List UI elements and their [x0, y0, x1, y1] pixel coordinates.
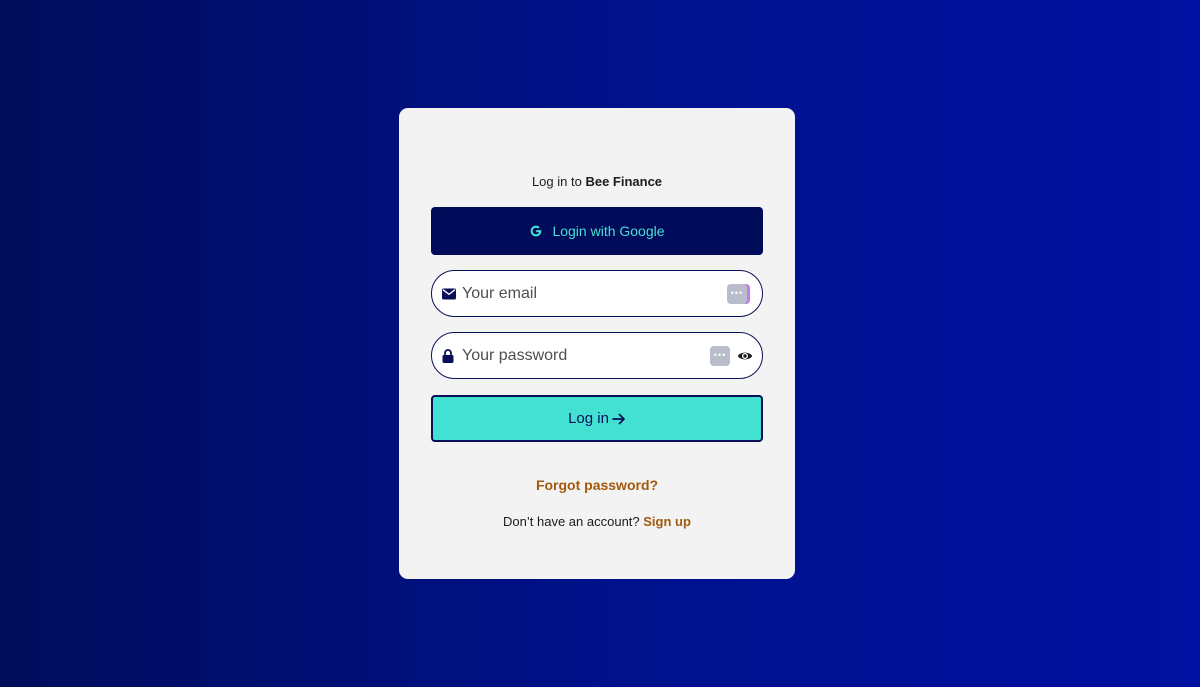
- signup-prompt-text: Don’t have an account?: [503, 514, 644, 529]
- lock-icon: [442, 348, 454, 363]
- login-card: Log in to Bee Finance Login with Google …: [399, 108, 795, 579]
- login-button-label: Log in: [568, 410, 609, 427]
- signup-link[interactable]: Sign up: [643, 514, 691, 529]
- heading-prefix: Log in to: [531, 174, 586, 189]
- google-g-icon: [531, 225, 542, 237]
- brand-name: Bee Finance: [585, 174, 663, 189]
- forgot-password-link[interactable]: Forgot password?: [399, 477, 795, 493]
- login-submit-button[interactable]: Log in: [431, 395, 763, 442]
- password-manager-icon[interactable]: •••: [710, 345, 730, 366]
- signup-prompt: Don’t have an account? Sign up: [399, 514, 795, 529]
- email-placeholder: Your email: [462, 284, 538, 302]
- google-login-button[interactable]: Login with Google: [431, 207, 763, 255]
- password-field[interactable]: Your password •••: [431, 332, 763, 379]
- password-manager-icon[interactable]: •••: [727, 283, 747, 304]
- google-button-label: Login with Google: [552, 223, 665, 239]
- password-placeholder: Your password: [462, 346, 568, 364]
- login-heading: Log in to Bee Finance: [399, 174, 795, 189]
- envelope-icon: [442, 288, 456, 299]
- email-field[interactable]: Your email •••: [431, 270, 763, 317]
- eye-icon[interactable]: [737, 350, 753, 362]
- arrow-right-icon: [612, 413, 626, 425]
